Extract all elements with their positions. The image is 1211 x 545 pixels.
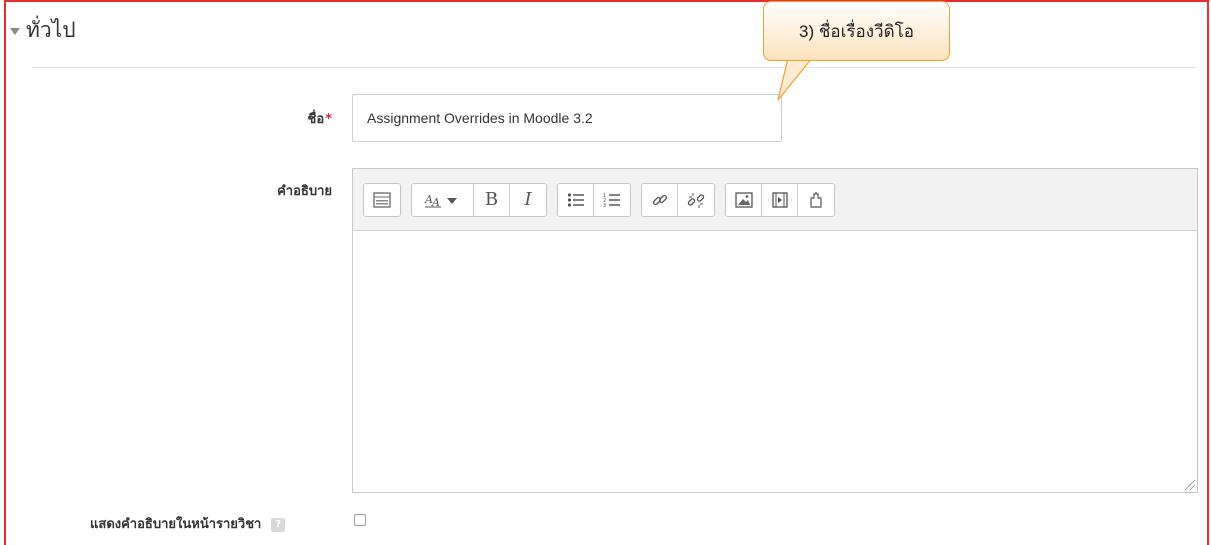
section-header[interactable]: ทั่วไป [10, 14, 76, 47]
editor-toolbar: AA B I 123 [353, 169, 1197, 231]
section-divider [32, 67, 1197, 68]
description-label: คำอธิบาย [277, 184, 332, 199]
description-editor: AA B I 123 [352, 168, 1198, 493]
show-description-checkbox[interactable] [354, 514, 366, 526]
toggle-toolbar-icon[interactable] [364, 184, 400, 216]
media-icon[interactable] [762, 183, 798, 216]
toolbar-group-lists: 123 [557, 182, 631, 217]
toolbar-group-toggle [363, 182, 401, 217]
image-icon[interactable] [726, 183, 762, 216]
resize-handle-icon[interactable] [1185, 480, 1195, 490]
font-style-icon[interactable]: AA [412, 183, 474, 216]
section-title: ทั่วไป [26, 18, 76, 42]
italic-icon[interactable]: I [510, 184, 546, 216]
chevron-down-icon[interactable] [10, 28, 20, 35]
name-label-row: ชื่อ* [270, 108, 332, 129]
description-textarea[interactable] [353, 231, 1197, 492]
required-marker: * [325, 112, 332, 127]
help-icon[interactable]: ? [271, 517, 286, 532]
svg-text:3: 3 [603, 203, 606, 208]
show-description-label: แสดงคำอธิบายในหน้ารายวิชา [90, 517, 262, 532]
toolbar-group-links [641, 182, 715, 217]
link-icon[interactable] [642, 183, 678, 216]
toolbar-group-media [725, 182, 835, 217]
name-input[interactable] [352, 94, 782, 142]
show-description-row: แสดงคำอธิบายในหน้ารายวิชา? [90, 513, 340, 534]
toolbar-group-format: AA B I [411, 182, 547, 217]
callout-tail [777, 58, 813, 101]
manage-files-icon[interactable] [798, 184, 834, 216]
name-label: ชื่อ [307, 112, 325, 127]
annotation-callout: 3) ชื่อเรื่องวีดิโอ [763, 1, 950, 61]
unordered-list-icon[interactable] [558, 183, 594, 216]
unlink-icon[interactable] [678, 184, 714, 216]
bold-icon[interactable]: B [474, 183, 510, 216]
ordered-list-icon[interactable]: 123 [594, 184, 630, 216]
